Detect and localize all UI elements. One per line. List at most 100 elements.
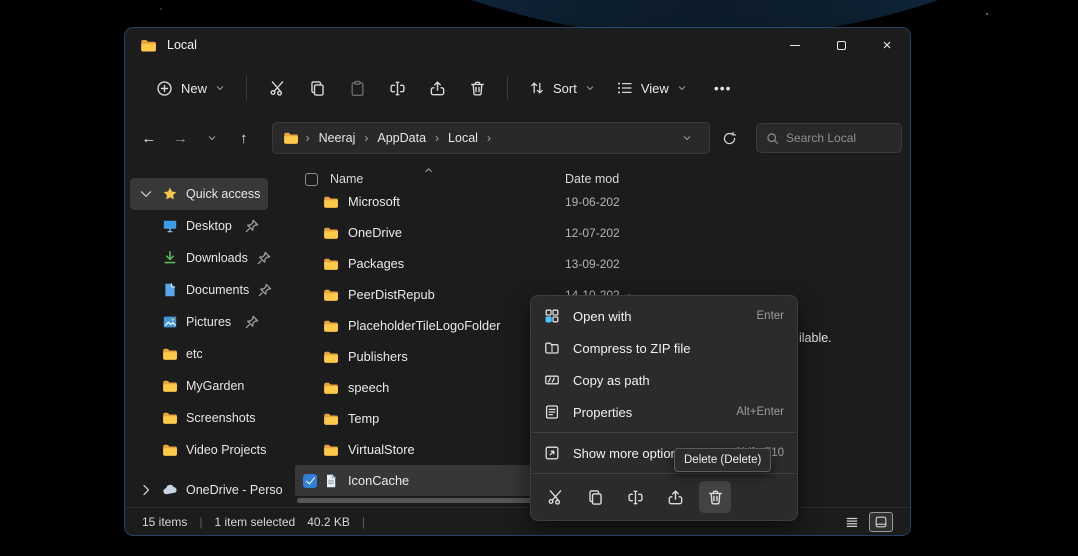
see-more-button[interactable]: ••• (714, 80, 732, 96)
address-bar[interactable]: › Neeraj › AppData › Local › (272, 122, 711, 154)
select-all-checkbox[interactable] (305, 173, 318, 186)
view-button[interactable]: View (606, 70, 698, 106)
file-date-modified: 12-07-202 (565, 226, 620, 240)
breadcrumb-item-neeraj[interactable]: Neeraj (317, 131, 358, 145)
sidebar-item-pictures[interactable]: Pictures (130, 306, 268, 338)
menu-item-properties[interactable]: Properties Alt+Enter (531, 396, 797, 428)
up-button[interactable]: ↑ (229, 123, 259, 153)
sidebar-item-label: Desktop (186, 219, 232, 233)
sidebar-item-desktop[interactable]: Desktop (130, 210, 268, 242)
sidebar-item-quick-access[interactable]: Quick access (130, 178, 268, 210)
file-date-modified: 19-06-202 (565, 195, 620, 209)
delete-button[interactable] (457, 70, 497, 106)
sidebar-item-label: Downloads (186, 251, 248, 265)
chevron-right-icon[interactable] (138, 482, 154, 498)
menu-item-label: Show more options (573, 446, 684, 461)
thumbnail-view-icon (874, 515, 888, 529)
share-icon (667, 489, 684, 506)
column-header-name[interactable]: Name (330, 172, 363, 186)
search-input[interactable] (786, 131, 892, 145)
file-date-modified: 13-09-202 (565, 257, 620, 271)
details-view-icon (845, 515, 859, 529)
sidebar-item-label: Video Projects (186, 443, 266, 457)
cut-button[interactable] (257, 70, 297, 106)
sidebar-item-documents[interactable]: Documents (130, 274, 268, 306)
menu-separator (533, 432, 795, 433)
sidebar-item-mygarden[interactable]: MyGarden (130, 370, 268, 402)
toolbar-divider (507, 76, 508, 100)
file-row[interactable]: Packages 13-09-202 (295, 248, 635, 279)
sidebar-item-etc[interactable]: etc (130, 338, 268, 370)
view-icon (617, 80, 633, 96)
maximize-button[interactable] (818, 28, 864, 62)
delete-tooltip: Delete (Delete) (674, 448, 771, 472)
rename-button[interactable] (619, 481, 651, 513)
sidebar-item-video-projects[interactable]: Video Projects (130, 434, 268, 466)
copy-button[interactable] (297, 70, 337, 106)
search-icon (766, 132, 779, 145)
view-toggles (840, 512, 893, 532)
sidebar-item-downloads[interactable]: Downloads (130, 242, 268, 274)
copy-icon (309, 80, 326, 97)
file-name: PeerDistRepub (348, 287, 435, 302)
breadcrumb-item-local[interactable]: Local (446, 131, 480, 145)
breadcrumb-item-appdata[interactable]: AppData (375, 131, 428, 145)
new-button[interactable]: New (145, 70, 236, 106)
status-divider: | (362, 515, 365, 529)
rename-button[interactable] (377, 70, 417, 106)
chevron-down-icon (585, 83, 595, 93)
folder-icon (323, 349, 339, 365)
sidebar-item-screenshots[interactable]: Screenshots (130, 402, 268, 434)
sidebar-item-label: Screenshots (186, 411, 255, 425)
delete-button[interactable] (699, 481, 731, 513)
sort-icon (529, 80, 545, 96)
copy-button[interactable] (579, 481, 611, 513)
menu-item-label: Copy as path (573, 373, 650, 388)
details-view-button[interactable] (840, 512, 864, 532)
recent-locations-button[interactable] (197, 123, 227, 153)
navigation-bar: ← → ↑ › Neeraj › AppData › Local › (125, 118, 910, 158)
share-button[interactable] (659, 481, 691, 513)
sidebar-item-label: etc (186, 347, 203, 361)
close-button[interactable]: × (864, 28, 910, 62)
address-dropdown-button[interactable] (675, 126, 699, 150)
paste-icon (349, 80, 366, 97)
folder-icon (162, 410, 178, 426)
file-row[interactable]: OneDrive 12-07-202 (295, 217, 635, 248)
forward-button[interactable]: → (166, 123, 196, 153)
chevron-down-icon[interactable] (138, 186, 154, 202)
folder-icon (140, 37, 157, 54)
minimize-button[interactable] (772, 28, 818, 62)
file-name: IconCache (348, 473, 409, 488)
horizontal-scrollbar-thumb[interactable] (297, 498, 532, 503)
file-icon (323, 473, 339, 489)
sidebar-item-label: Pictures (186, 315, 231, 329)
selection-count: 1 item selected (214, 515, 295, 529)
cut-button[interactable] (539, 481, 571, 513)
window-controls: × (772, 28, 910, 62)
refresh-button[interactable] (714, 123, 744, 153)
thumbnail-view-button[interactable] (869, 512, 893, 532)
copy-path-icon (544, 372, 560, 388)
sort-button[interactable]: Sort (518, 70, 606, 106)
show-more-options-icon (544, 445, 560, 461)
share-button[interactable] (417, 70, 457, 106)
rename-icon (389, 80, 406, 97)
folder-icon (323, 256, 339, 272)
row-checkbox-checked[interactable] (303, 474, 317, 488)
clipped-text-fragment: ilable. (799, 331, 832, 345)
sidebar-item-onedrive[interactable]: OneDrive - Perso (130, 474, 268, 506)
folder-icon (283, 130, 299, 146)
pin-icon (244, 314, 260, 330)
menu-item-compress-zip[interactable]: Compress to ZIP file (531, 332, 797, 364)
menu-item-copy-as-path[interactable]: Copy as path (531, 364, 797, 396)
back-button[interactable]: ← (134, 123, 164, 153)
menu-item-open-with[interactable]: Open with Enter (531, 300, 797, 332)
downloads-icon (162, 250, 178, 266)
properties-icon (544, 404, 560, 420)
file-row[interactable]: Microsoft 19-06-202 (295, 186, 635, 217)
desktop-icon (162, 218, 178, 234)
column-header-date-modified[interactable]: Date mod (565, 172, 619, 186)
paste-button[interactable] (337, 70, 377, 106)
item-count: 15 items (142, 515, 187, 529)
